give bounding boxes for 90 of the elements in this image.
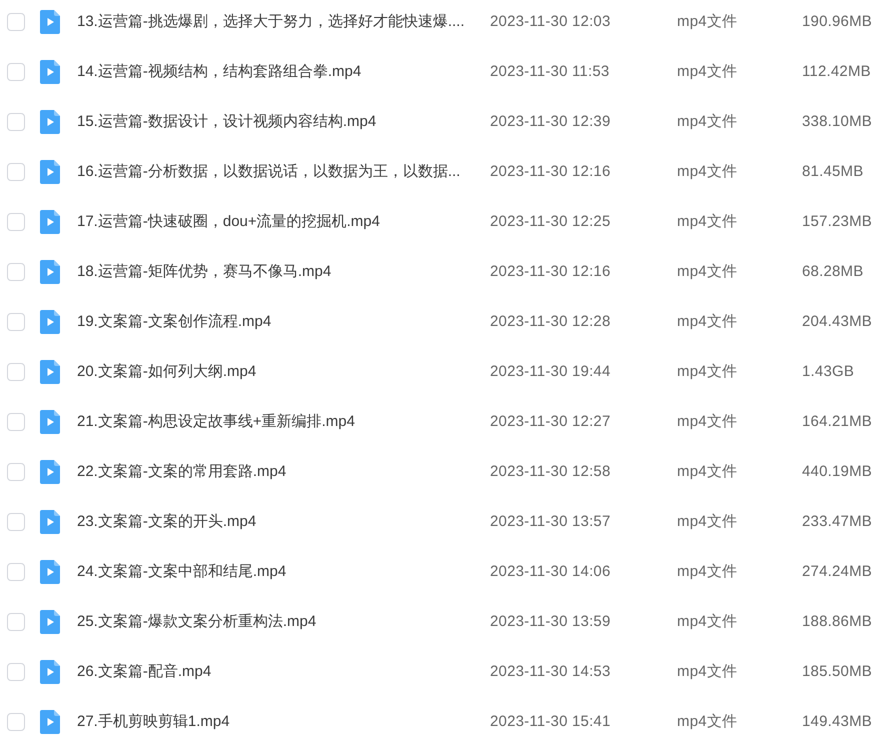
- file-name[interactable]: 13.运营篇-挑选爆剧，选择大于努力，选择好才能快速爆....: [77, 13, 465, 30]
- file-type: mp4文件: [677, 413, 738, 430]
- modified-date: 2023-11-30 14:53: [490, 663, 611, 680]
- file-type: mp4文件: [677, 463, 738, 480]
- file-size: 190.96MB: [802, 13, 872, 30]
- modified-date: 2023-11-30 15:41: [490, 713, 611, 730]
- file-name[interactable]: 21.文案篇-构思设定故事线+重新编排.mp4: [77, 413, 355, 430]
- file-name[interactable]: 15.运营篇-数据设计，设计视频内容结构.mp4: [77, 113, 376, 130]
- checkbox[interactable]: [7, 113, 25, 131]
- modified-date: 2023-11-30 12:16: [490, 263, 611, 280]
- file-size: 233.47MB: [802, 513, 872, 530]
- file-type: mp4文件: [677, 163, 738, 180]
- file-name[interactable]: 20.文案篇-如何列大纲.mp4: [77, 363, 256, 380]
- video-file-icon: [40, 660, 60, 684]
- video-file-icon: [40, 360, 60, 384]
- video-file-icon: [40, 110, 60, 134]
- video-file-icon: [40, 260, 60, 284]
- file-size: 1.43GB: [802, 363, 854, 380]
- modified-date: 2023-11-30 13:57: [490, 513, 611, 530]
- file-size: 188.86MB: [802, 613, 872, 630]
- file-name[interactable]: 24.文案篇-文案中部和结尾.mp4: [77, 563, 286, 580]
- modified-date: 2023-11-30 12:16: [490, 163, 611, 180]
- checkbox[interactable]: [7, 463, 25, 481]
- checkbox[interactable]: [7, 163, 25, 181]
- checkbox[interactable]: [7, 713, 25, 731]
- file-type: mp4文件: [677, 63, 738, 80]
- file-name[interactable]: 19.文案篇-文案创作流程.mp4: [77, 313, 272, 330]
- modified-date: 2023-11-30 12:58: [490, 463, 611, 480]
- file-size: 185.50MB: [802, 663, 872, 680]
- file-name[interactable]: 26.文案篇-配音.mp4: [77, 663, 212, 680]
- video-file-icon: [40, 710, 60, 734]
- modified-date: 2023-11-30 12:39: [490, 113, 611, 130]
- file-type: mp4文件: [677, 263, 738, 280]
- video-file-icon: [40, 510, 60, 534]
- checkbox[interactable]: [7, 13, 25, 31]
- video-file-icon: [40, 160, 60, 184]
- video-file-icon: [40, 10, 60, 34]
- checkbox[interactable]: [7, 613, 25, 631]
- file-name[interactable]: 18.运营篇-矩阵优势，赛马不像马.mp4: [77, 263, 332, 280]
- file-size: 68.28MB: [802, 263, 864, 280]
- file-type: mp4文件: [677, 713, 738, 730]
- checkbox[interactable]: [7, 213, 25, 231]
- video-file-icon: [40, 610, 60, 634]
- checkbox[interactable]: [7, 313, 25, 331]
- checkbox[interactable]: [7, 663, 25, 681]
- checkbox[interactable]: [7, 63, 25, 81]
- video-file-icon: [40, 210, 60, 234]
- file-type: mp4文件: [677, 13, 738, 30]
- file-type: mp4文件: [677, 113, 738, 130]
- file-size: 338.10MB: [802, 113, 872, 130]
- file-size: 440.19MB: [802, 463, 872, 480]
- file-name[interactable]: 16.运营篇-分析数据，以数据说话，以数据为王，以数据...: [77, 163, 460, 180]
- file-size: 149.43MB: [802, 713, 872, 730]
- video-file-icon: [40, 410, 60, 434]
- file-type: mp4文件: [677, 213, 738, 230]
- file-name[interactable]: 22.文案篇-文案的常用套路.mp4: [77, 463, 286, 480]
- video-file-icon: [40, 60, 60, 84]
- file-name[interactable]: 14.运营篇-视频结构，结构套路组合拳.mp4: [77, 63, 362, 80]
- video-file-icon: [40, 310, 60, 334]
- checkbox[interactable]: [7, 263, 25, 281]
- file-size: 274.24MB: [802, 563, 872, 580]
- file-name[interactable]: 25.文案篇-爆款文案分析重构法.mp4: [77, 613, 316, 630]
- file-size: 157.23MB: [802, 213, 872, 230]
- modified-date: 2023-11-30 12:27: [490, 413, 611, 430]
- file-type: mp4文件: [677, 563, 738, 580]
- file-type: mp4文件: [677, 313, 738, 330]
- modified-date: 2023-11-30 12:03: [490, 13, 611, 30]
- file-type: mp4文件: [677, 513, 738, 530]
- video-file-icon: [40, 560, 60, 584]
- file-name[interactable]: 17.运营篇-快速破圈，dou+流量的挖掘机.mp4: [77, 213, 380, 230]
- modified-date: 2023-11-30 11:53: [490, 63, 610, 80]
- file-type: mp4文件: [677, 613, 738, 630]
- modified-date: 2023-11-30 19:44: [490, 363, 611, 380]
- file-type: mp4文件: [677, 663, 738, 680]
- modified-date: 2023-11-30 12:25: [490, 213, 611, 230]
- checkbox[interactable]: [7, 563, 25, 581]
- file-size: 164.21MB: [802, 413, 872, 430]
- modified-date: 2023-11-30 14:06: [490, 563, 611, 580]
- file-size: 112.42MB: [802, 63, 871, 80]
- modified-date: 2023-11-30 13:59: [490, 613, 611, 630]
- checkbox[interactable]: [7, 413, 25, 431]
- file-name[interactable]: 23.文案篇-文案的开头.mp4: [77, 513, 256, 530]
- video-file-icon: [40, 460, 60, 484]
- file-size: 204.43MB: [802, 313, 872, 330]
- checkbox[interactable]: [7, 363, 25, 381]
- checkbox[interactable]: [7, 513, 25, 531]
- file-name[interactable]: 27.手机剪映剪辑1.mp4: [77, 713, 230, 730]
- modified-date: 2023-11-30 12:28: [490, 313, 611, 330]
- file-size: 81.45MB: [802, 163, 864, 180]
- file-type: mp4文件: [677, 363, 738, 380]
